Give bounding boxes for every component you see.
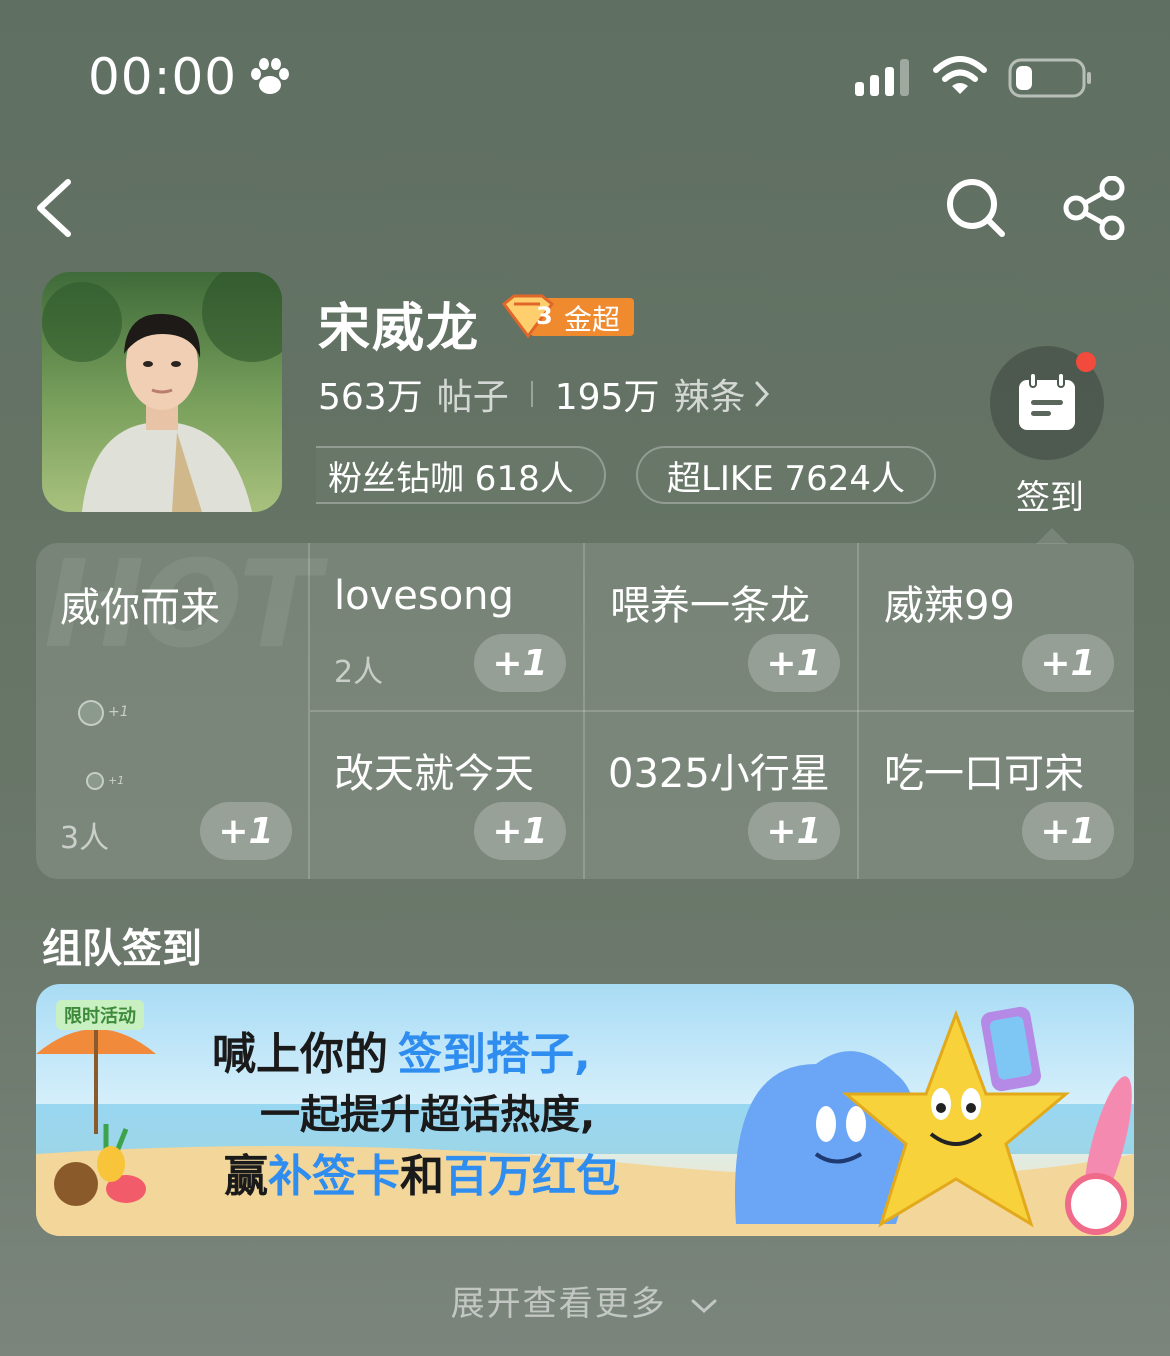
spicy-label: 辣条 xyxy=(673,377,746,418)
banner-headline-1: 喊上你的 签到搭子, xyxy=(212,1018,591,1082)
group-cell-featured[interactable]: 威你而来 +1 +1 3人 +1 xyxy=(36,543,308,879)
member-avatar xyxy=(86,772,104,790)
plus-one-button[interactable]: +1 xyxy=(474,634,566,692)
group-cell[interactable]: 吃一口可宋 +1 xyxy=(858,711,1134,879)
plus-one-button[interactable]: +1 xyxy=(748,802,840,860)
chevron-right-icon xyxy=(755,381,770,407)
group-title: 威你而来 xyxy=(60,585,220,631)
plus-one-button[interactable]: +1 xyxy=(200,802,292,860)
member-avatar xyxy=(78,700,104,726)
plus-one-button[interactable]: +1 xyxy=(1022,802,1114,860)
plus-one-button[interactable]: +1 xyxy=(474,802,566,860)
group-cell[interactable]: 威辣99 +1 xyxy=(858,543,1134,710)
banner-headline-3: 赢补签卡和百万红包 xyxy=(224,1140,620,1204)
group-count: 3人 xyxy=(60,821,110,856)
share-icon[interactable] xyxy=(1062,176,1128,240)
banner-highlight: 百万红包 xyxy=(444,1151,620,1202)
back-icon[interactable] xyxy=(30,176,78,240)
group-cell[interactable]: 0325小行星 +1 xyxy=(584,711,856,879)
spicy-count: 195万 xyxy=(554,377,660,418)
banner-text: 赢 xyxy=(224,1151,268,1202)
group-title: lovesong xyxy=(334,573,514,619)
banner-highlight: 补签卡 xyxy=(268,1151,400,1202)
paw-icon xyxy=(251,58,289,94)
search-icon[interactable] xyxy=(944,176,1008,240)
group-cell[interactable]: 改天就今天 +1 xyxy=(310,711,582,879)
super-badge[interactable]: 3 金超 xyxy=(500,294,634,340)
group-cell[interactable]: 喂养一条龙 +1 xyxy=(584,543,856,710)
group-title: 威辣99 xyxy=(884,583,1015,629)
section-title: 组队签到 xyxy=(42,926,202,972)
like-pill[interactable]: 超LIKE 7624人 xyxy=(636,446,936,504)
group-count: 2人 xyxy=(334,655,384,690)
badge-level: 3 xyxy=(536,302,553,330)
fans-pill[interactable]: 粉丝钻咖 618人 xyxy=(316,446,606,504)
notification-dot xyxy=(1076,352,1096,372)
banner-text: 喊上你的 xyxy=(212,1029,388,1080)
battery-icon xyxy=(1008,58,1091,98)
chevron-down-icon xyxy=(691,1299,717,1313)
member-plus: +1 xyxy=(108,774,125,787)
expand-more-label: 展开查看更多 xyxy=(450,1284,667,1324)
stats-divider xyxy=(530,381,533,407)
group-title: 喂养一条龙 xyxy=(610,583,810,629)
banner-tag: 限时活动 xyxy=(56,1000,144,1030)
signal-icon xyxy=(855,59,909,96)
expand-more-button[interactable]: 展开查看更多 xyxy=(0,1276,1170,1325)
group-title: 吃一口可宋 xyxy=(884,751,1084,797)
banner-text: 和 xyxy=(400,1151,444,1202)
status-time: 00:00 xyxy=(88,48,238,106)
badge-label: 金超 xyxy=(564,303,621,336)
member-plus: +1 xyxy=(108,704,129,720)
posts-count: 563万 xyxy=(318,377,423,418)
plus-one-button[interactable]: +1 xyxy=(1022,634,1114,692)
posts-label: 帖子 xyxy=(436,377,509,418)
grid-pointer xyxy=(1036,528,1068,544)
wifi-icon xyxy=(933,56,987,94)
promo-banner[interactable]: 限时活动 喊上你的 签到搭子, 一起提升超话热度, 赢补签卡和百万红包 xyxy=(36,984,1134,1236)
group-title: 0325小行星 xyxy=(608,751,830,797)
checkin-label: 签到 xyxy=(1016,478,1084,518)
profile-name: 宋威龙 xyxy=(318,299,481,359)
group-cell[interactable]: lovesong 2人 +1 xyxy=(310,543,582,710)
banner-highlight: 签到搭子, xyxy=(398,1029,591,1080)
group-title: 改天就今天 xyxy=(334,751,534,797)
avatar[interactable] xyxy=(42,272,282,512)
plus-one-button[interactable]: +1 xyxy=(748,634,840,692)
banner-headline-2: 一起提升超话热度, xyxy=(260,1092,596,1138)
calendar-icon xyxy=(1019,372,1075,430)
profile-stats[interactable]: 563万 帖子 195万 辣条 xyxy=(318,368,771,420)
